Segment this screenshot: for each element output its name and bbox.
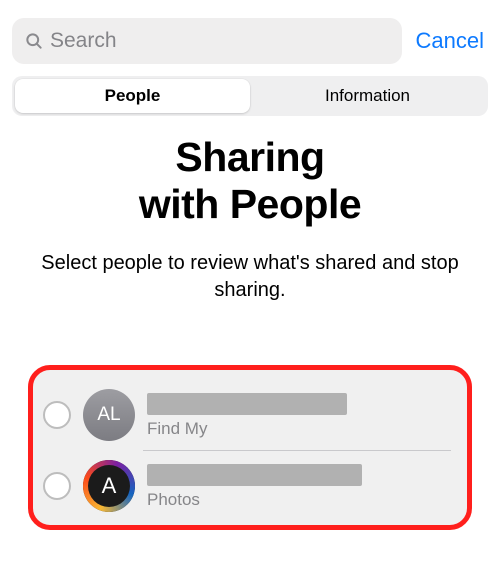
select-radio[interactable] bbox=[43, 401, 71, 429]
people-list-highlight: AL Find My A Photos bbox=[28, 365, 472, 530]
row-content: Photos bbox=[147, 462, 453, 510]
title-line1: Sharing bbox=[175, 134, 324, 180]
select-radio[interactable] bbox=[43, 472, 71, 500]
avatar-initials: AL bbox=[97, 404, 120, 426]
tab-information[interactable]: Information bbox=[250, 79, 485, 113]
tab-people[interactable]: People bbox=[15, 79, 250, 113]
cancel-button[interactable]: Cancel bbox=[412, 28, 488, 54]
avatar: AL bbox=[83, 389, 135, 441]
segmented-control: People Information bbox=[12, 76, 488, 116]
page-title: Sharing with People bbox=[20, 134, 480, 228]
top-bar: Search Cancel bbox=[0, 10, 500, 70]
search-placeholder: Search bbox=[50, 29, 117, 53]
row-content: Find My bbox=[147, 391, 453, 439]
app-label: Photos bbox=[147, 490, 453, 510]
page-subtitle: Select people to review what's shared an… bbox=[20, 250, 480, 304]
person-name-redacted bbox=[147, 393, 347, 415]
avatar: A bbox=[83, 460, 135, 512]
app-label: Find My bbox=[147, 419, 453, 439]
person-row[interactable]: AL Find My bbox=[41, 380, 459, 450]
title-line2: with People bbox=[139, 181, 361, 227]
avatar-initials: A bbox=[102, 473, 117, 499]
person-row[interactable]: A Photos bbox=[41, 451, 459, 521]
search-icon bbox=[24, 31, 44, 51]
sheet-handle bbox=[0, 0, 500, 10]
search-input[interactable]: Search bbox=[12, 18, 402, 64]
title-block: Sharing with People Select people to rev… bbox=[0, 134, 500, 304]
person-name-redacted bbox=[147, 464, 362, 486]
people-list: AL Find My A Photos bbox=[33, 370, 467, 525]
